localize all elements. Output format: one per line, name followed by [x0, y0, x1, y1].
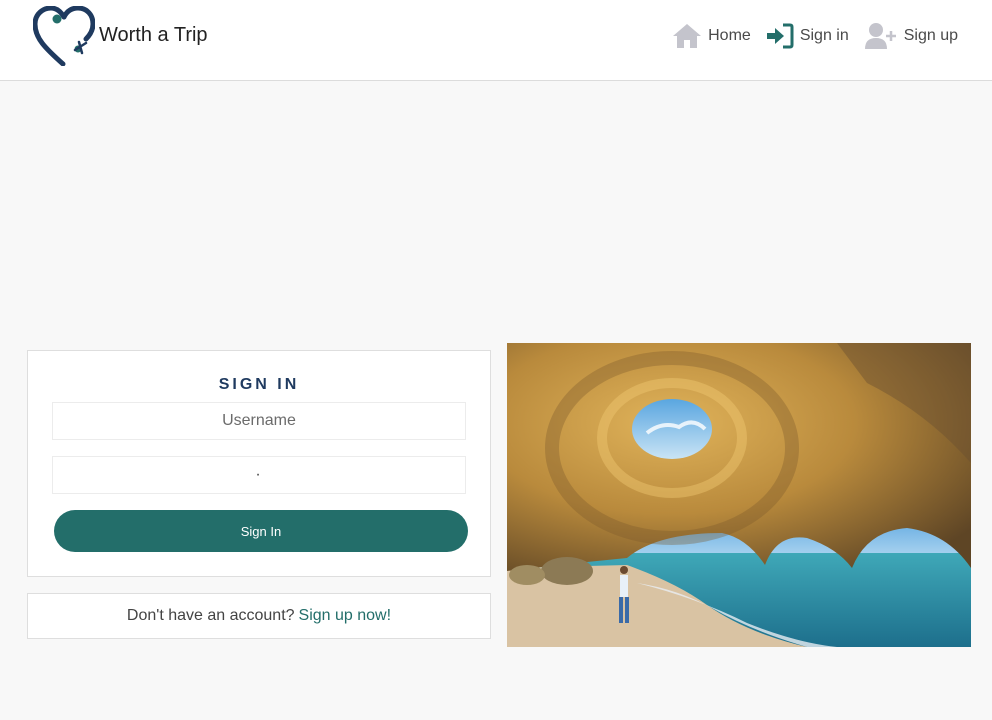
password-input[interactable]: [52, 456, 466, 494]
heart-plane-logo-icon: [33, 6, 95, 66]
username-input[interactable]: [52, 402, 466, 440]
nav-home[interactable]: Home: [672, 23, 751, 49]
nav-sign-up-label: Sign up: [903, 27, 958, 44]
nav-sign-up[interactable]: Sign up: [864, 22, 958, 50]
sign-in-icon: [766, 23, 794, 49]
top-navbar: Worth a Trip Home Sign in Sign up: [0, 0, 992, 81]
sign-up-prompt-card: Don't have an account? Sign up now!: [27, 593, 491, 639]
main-nav: Home Sign in Sign up: [657, 19, 958, 53]
sea-cave-beach-photo: [507, 343, 971, 647]
sign-up-prompt-text: Don't have an account?: [126, 607, 295, 624]
home-icon: [672, 23, 702, 49]
user-plus-icon: [864, 22, 898, 50]
sign-in-title: SIGN IN: [218, 376, 300, 393]
nav-sign-in[interactable]: Sign in: [766, 23, 849, 49]
nav-sign-in-label: Sign in: [799, 27, 849, 44]
brand-link[interactable]: Worth a Trip: [33, 6, 208, 66]
nav-home-label: Home: [708, 27, 751, 44]
brand-name: Worth a Trip: [99, 23, 208, 46]
sign-in-card: SIGN IN Sign In: [27, 350, 491, 577]
sign-in-button[interactable]: Sign In: [54, 510, 468, 552]
sign-up-now-link[interactable]: Sign up now!: [299, 607, 392, 625]
